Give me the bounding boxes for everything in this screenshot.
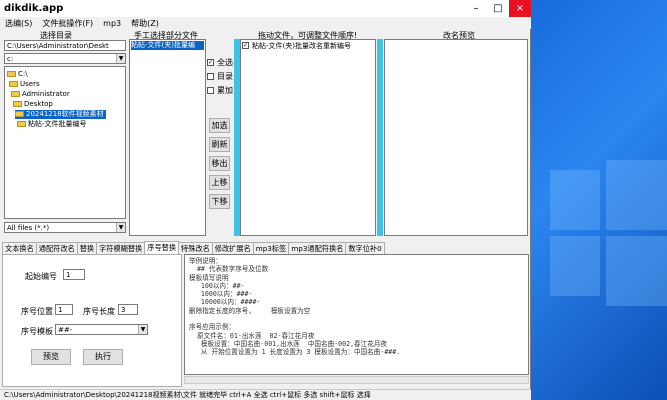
template-select[interactable]: ##- ▼ <box>55 324 148 335</box>
template-label: 序号模板 <box>21 327 53 336</box>
accumulate-checkbox[interactable]: 累加 <box>207 86 233 96</box>
tab-wildcard-rename[interactable]: 通配符改名 <box>35 242 78 254</box>
check-icon: ✓ <box>207 59 214 66</box>
tree-item-label: 粘帖-文件批量编号 <box>28 120 87 128</box>
move-up-button[interactable]: 上移 <box>209 175 230 190</box>
help-line: 100以内：##- <box>189 281 245 290</box>
folder-tree[interactable]: C:\ Users Administrator Desktop 20241218… <box>4 66 126 219</box>
tree-item-batch-number[interactable]: 粘帖-文件批量编号 <box>17 120 87 129</box>
maximize-button[interactable]: □ <box>487 0 509 17</box>
desktop-wallpaper-logo <box>540 150 667 400</box>
file-filter-select[interactable]: All files (*.*) ▼ <box>4 222 126 233</box>
help-text-area[interactable]: 举例说明： ## 代表数字序号及位数 模板填写说明 100以内：##- 1000以… <box>184 254 529 375</box>
tree-item-users[interactable]: Users <box>9 80 40 89</box>
rename-preview-list[interactable] <box>384 39 528 236</box>
tree-item-drive[interactable]: C:\ <box>7 70 28 79</box>
help-line <box>189 315 524 323</box>
start-number-label: 起始编号 <box>25 272 57 281</box>
close-button[interactable]: × <box>509 0 531 17</box>
menu-item-file-ops[interactable]: 文件批操作(F) <box>37 18 98 29</box>
help-horizontal-scrollbar[interactable] <box>184 376 529 384</box>
help-line: 原文件名：01-出水莲 02-春江花月夜 <box>189 331 315 340</box>
tree-item-label: Users <box>20 80 40 88</box>
app-window: dikdik.app – □ × 选编(S) 文件批操作(F) mp3 帮助(Z… <box>0 0 531 400</box>
minimize-button[interactable]: – <box>465 0 487 17</box>
preview-button[interactable]: 预览 <box>31 349 71 365</box>
drive-select[interactable]: c: ▼ <box>4 53 126 64</box>
start-number-input[interactable]: 1 <box>63 269 85 280</box>
remove-button[interactable]: 移出 <box>209 156 230 171</box>
directory-label: 目录 <box>217 72 233 81</box>
tab-pad-zero[interactable]: 数字位补0 <box>345 242 385 254</box>
tree-item-label: Administrator <box>22 90 70 98</box>
menu-item-select[interactable]: 选编(S) <box>0 18 37 29</box>
folder-open-icon <box>15 111 24 117</box>
menu-item-mp3[interactable]: mp3 <box>98 19 126 28</box>
tab-replace[interactable]: 替换 <box>76 242 98 254</box>
file-filter-value: All files (*.*) <box>7 224 50 232</box>
path-input[interactable]: C:\Users\Administrator\Deskt <box>4 40 126 51</box>
execute-button[interactable]: 执行 <box>83 349 123 365</box>
tab-mp3-tag[interactable]: mp3标签 <box>252 242 290 254</box>
tree-item-label: 20241218软件视频素材 <box>26 110 104 118</box>
function-tabs: 文本换名 通配符改名 替换 字符模糊替换 序号替换 特殊改名 修改扩展名 mp3… <box>2 241 385 254</box>
chevron-down-icon: ▼ <box>138 325 147 334</box>
folder-open-icon <box>9 81 18 87</box>
help-line: 模板填写说明 <box>189 273 229 282</box>
window-title: dikdik.app <box>4 3 64 14</box>
add-select-button[interactable]: 加选 <box>209 118 230 133</box>
select-all-checkbox[interactable]: ✓ 全选 <box>207 58 233 68</box>
tree-item-video-material[interactable]: 20241218软件视频素材 <box>15 110 106 119</box>
help-line: 从 开始位置设置为 1 长度设置为 3 模板设置为：中国名曲-###. <box>189 348 401 357</box>
chevron-down-icon: ▼ <box>116 54 125 63</box>
template-select-value: ##- <box>58 326 73 334</box>
folder-open-icon <box>11 91 20 97</box>
help-line: 删除指定长度的序号， 模板设置为空 <box>189 306 311 315</box>
select-all-label: 全选 <box>217 58 233 67</box>
tree-item-label: C:\ <box>18 70 28 78</box>
menu-bar: 选编(S) 文件批操作(F) mp3 帮助(Z) <box>0 17 531 29</box>
help-line: ## 代表数字序号及位数 <box>189 265 269 274</box>
manual-list-item[interactable]: 粘帖-文件(夹)批量编 <box>131 41 204 50</box>
folder-open-icon <box>7 71 16 77</box>
drag-list-item-label: 粘帖-文件(夹)批量改名重新编号 <box>252 42 351 50</box>
tab-fuzzy-replace[interactable]: 字符模糊替换 <box>96 242 146 254</box>
check-icon: ✓ <box>242 42 249 49</box>
move-down-button[interactable]: 下移 <box>209 194 230 209</box>
position-label: 序号位置 <box>21 307 53 316</box>
tree-item-desktop[interactable]: Desktop <box>13 100 53 109</box>
chevron-down-icon: ▼ <box>116 223 125 232</box>
folder-open-icon <box>13 101 22 107</box>
tab-text-rename[interactable]: 文本换名 <box>2 242 37 254</box>
tab-mp3-wildcard[interactable]: mp3通配符换名 <box>288 242 347 254</box>
length-label: 序号长度 <box>83 307 115 316</box>
help-line: 序号应用示例： <box>189 323 236 332</box>
list-splitter-right[interactable] <box>377 39 383 236</box>
tab-special-rename[interactable]: 特殊改名 <box>178 242 213 254</box>
sequence-tab-panel: 起始编号 1 序号位置 1 序号长度 3 序号模板 ##- ▼ 预览 执行 <box>2 254 182 387</box>
accumulate-label: 累加 <box>217 86 233 95</box>
help-lines: 举例说明： ## 代表数字序号及位数 模板填写说明 100以内：##- 1000以… <box>189 257 524 357</box>
refresh-button[interactable]: 刷新 <box>209 137 230 152</box>
length-input[interactable]: 3 <box>118 304 138 315</box>
folder-icon <box>17 121 26 127</box>
manual-file-list[interactable]: 粘帖-文件(夹)批量编 <box>129 39 206 236</box>
menu-item-help[interactable]: 帮助(Z) <box>126 18 164 29</box>
drag-list-item[interactable]: ✓ 粘帖-文件(夹)批量改名重新编号 <box>242 41 374 50</box>
directory-checkbox[interactable]: 目录 <box>207 72 233 82</box>
title-bar: dikdik.app – □ × <box>0 0 531 17</box>
position-input[interactable]: 1 <box>55 304 73 315</box>
status-bar: C:\Users\Administrator\Desktop\20241218视… <box>0 389 531 400</box>
tab-sequence-replace[interactable]: 序号替换 <box>144 241 180 254</box>
tree-item-administrator[interactable]: Administrator <box>11 90 70 99</box>
drag-file-list[interactable]: ✓ 粘帖-文件(夹)批量改名重新编号 <box>240 39 376 236</box>
help-line: 10000以内：####- <box>189 298 261 307</box>
tab-change-extension[interactable]: 修改扩展名 <box>211 242 254 254</box>
drive-select-value: c: <box>7 55 14 63</box>
tree-item-label: Desktop <box>24 100 53 108</box>
